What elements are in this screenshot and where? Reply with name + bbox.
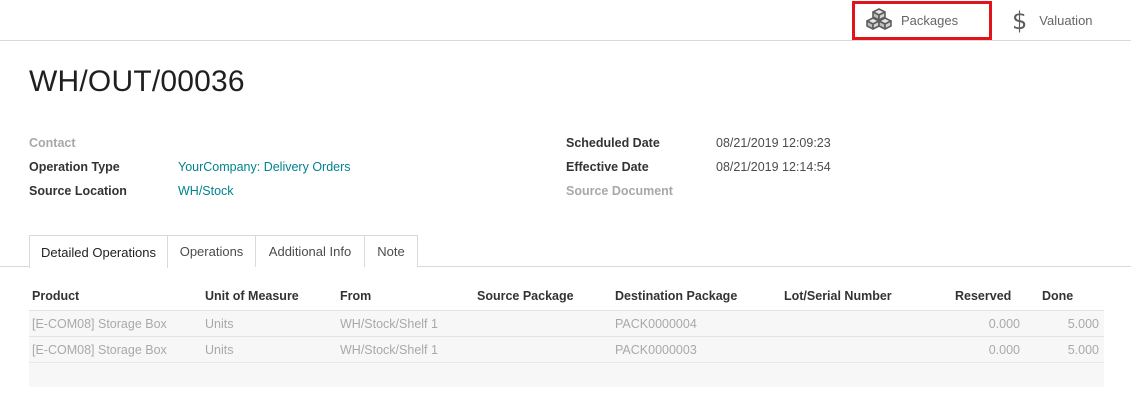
operation-type-label: Operation Type	[29, 160, 120, 174]
tab-operations[interactable]: Operations	[167, 235, 256, 267]
scheduled-date-value: 08/21/2019 12:09:23	[716, 136, 831, 150]
source-document-label: Source Document	[566, 184, 673, 198]
cubes-icon	[865, 8, 893, 33]
row-product: [E-COM08] Storage Box	[32, 317, 167, 331]
column-header-lot-serial-number[interactable]: Lot/Serial Number	[784, 289, 892, 303]
tab-note[interactable]: Note	[364, 235, 418, 267]
table-empty-row	[29, 362, 1104, 387]
row-product: [E-COM08] Storage Box	[32, 343, 167, 357]
effective-date-value: 08/21/2019 12:14:54	[716, 160, 831, 174]
table-row[interactable]: [E-COM08] Storage Box Units WH/Stock/She…	[29, 336, 1104, 362]
table-row[interactable]: [E-COM08] Storage Box Units WH/Stock/She…	[29, 310, 1104, 336]
operation-type-link[interactable]: YourCompany: Delivery Orders	[178, 160, 351, 174]
packages-button[interactable]: Packages	[852, 1, 992, 40]
row-uom: Units	[205, 317, 234, 331]
scheduled-date-label: Scheduled Date	[566, 136, 660, 150]
row-from: WH/Stock/Shelf 1	[340, 343, 438, 357]
source-location-label: Source Location	[29, 184, 127, 198]
effective-date-label: Effective Date	[566, 160, 649, 174]
valuation-button[interactable]: $ Valuation	[1000, 2, 1120, 39]
column-header-done[interactable]: Done	[1042, 289, 1073, 303]
notebook-tabs: Detailed Operations Operations Additiona…	[0, 235, 1131, 268]
row-reserved: 0.000	[988, 343, 1020, 357]
contact-label: Contact	[29, 136, 76, 150]
smart-button-bar: Packages $ Valuation	[0, 0, 1131, 41]
column-header-unit-of-measure[interactable]: Unit of Measure	[205, 289, 299, 303]
row-uom: Units	[205, 343, 234, 357]
row-from: WH/Stock/Shelf 1	[340, 317, 438, 331]
column-header-from[interactable]: From	[340, 289, 371, 303]
column-header-destination-package[interactable]: Destination Package	[615, 289, 737, 303]
record-title: WH/OUT/00036	[29, 65, 245, 98]
column-header-product[interactable]: Product	[32, 289, 79, 303]
column-header-source-package[interactable]: Source Package	[477, 289, 574, 303]
row-destination-package: PACK0000004	[615, 317, 697, 331]
tab-additional-info[interactable]: Additional Info	[255, 235, 365, 267]
row-reserved: 0.000	[988, 317, 1020, 331]
tab-detailed-operations[interactable]: Detailed Operations	[29, 235, 168, 268]
source-location-link[interactable]: WH/Stock	[178, 184, 234, 198]
column-header-reserved[interactable]: Reserved	[955, 289, 1011, 303]
packages-label: Packages	[901, 13, 959, 28]
dollar-icon: $	[1012, 6, 1028, 35]
row-destination-package: PACK0000003	[615, 343, 697, 357]
valuation-label: Valuation	[1039, 13, 1093, 28]
row-done: 5.000	[1067, 317, 1099, 331]
row-done: 5.000	[1067, 343, 1099, 357]
